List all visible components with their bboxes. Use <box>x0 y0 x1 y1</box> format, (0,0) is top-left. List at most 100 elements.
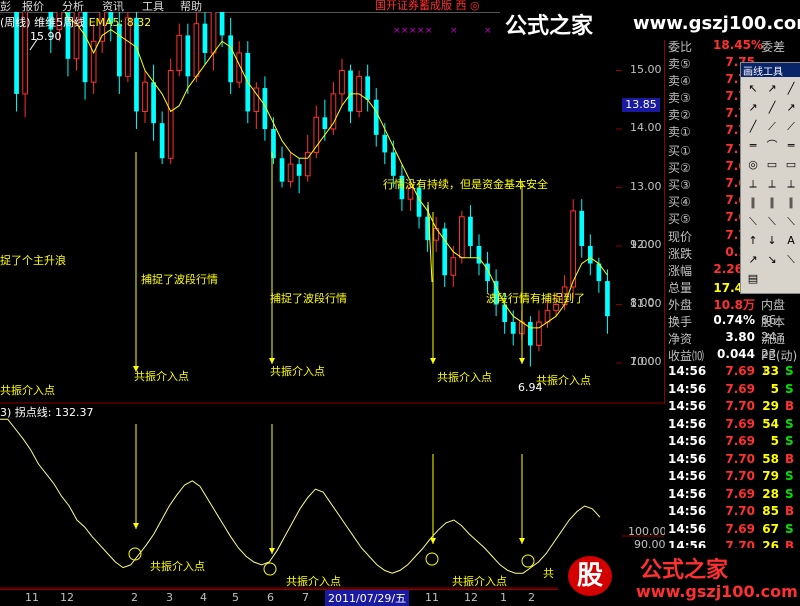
signal-marker: × <box>484 26 492 36</box>
date-label: 2 <box>131 591 138 604</box>
stat-label: 净资 <box>668 332 693 346</box>
candle-body <box>279 158 285 182</box>
candle-body <box>185 35 191 77</box>
resonance-arrow-head <box>519 358 525 364</box>
draw-tool-icon[interactable]: ↓ <box>764 233 780 249</box>
tick-side: B <box>785 451 795 466</box>
candle-body <box>442 228 448 276</box>
tick-row: 14:56 7.70 85 B <box>665 504 800 521</box>
draw-tool-icon[interactable]: ╱ <box>764 100 780 116</box>
draw-tool-icon[interactable]: ∥ <box>783 195 799 211</box>
draw-tool-icon[interactable]: ⟂ <box>783 176 799 192</box>
draw-tool-icon[interactable]: A <box>783 233 799 249</box>
stat-row: 外盘 10.8万 内盘 66 <box>665 296 800 327</box>
draw-tool-icon[interactable]: ⟂ <box>764 176 780 192</box>
price-axis: 15.00 14.00 13.00 12.00 11.00 10.00 9.00 <box>622 12 664 404</box>
tick-volume: 85 <box>762 504 779 518</box>
resonance-point-label: 共振介入点 <box>134 370 189 383</box>
ask-label: 卖④ <box>668 74 691 88</box>
tick-side: S <box>785 521 794 536</box>
draw-tool-icon[interactable]: ═ <box>783 138 799 154</box>
indicator-resonance-label: 共振介入点 <box>150 560 205 573</box>
draw-tool-icon[interactable]: ╱ <box>745 119 761 135</box>
draw-tool-icon[interactable]: ↗ <box>745 100 761 116</box>
draw-tool-icon[interactable]: ⟍ <box>783 214 799 230</box>
date-label: 2 <box>528 591 535 604</box>
wei-bi-value: 18.45% <box>713 38 763 52</box>
tick-volume: 54 <box>762 416 779 431</box>
stat-row: 净资 3.80 流通 23 <box>665 330 800 361</box>
ask-label: 卖③ <box>668 91 691 105</box>
candle-body <box>579 210 585 246</box>
price-tick: 9.00 <box>630 238 655 251</box>
draw-tool-icon[interactable]: ↑ <box>745 233 761 249</box>
tick-price: 7.70 <box>725 399 755 413</box>
tick-time: 14:56 <box>668 521 707 536</box>
candle-body <box>210 0 217 54</box>
draw-tool-icon[interactable]: ═ <box>745 138 761 154</box>
chart-header: (周线) 维维5周线 EMA5: 8.32 <box>0 14 151 30</box>
draw-tool-icon[interactable]: ⟍ <box>745 214 761 230</box>
stat-label: 总量 <box>668 281 693 295</box>
indicator-arrow-head <box>133 523 139 529</box>
draw-tool-icon[interactable]: ↘ <box>764 252 780 268</box>
stat-label: 涨幅 <box>668 264 693 278</box>
wei-cha-label: 委差 <box>761 40 786 54</box>
tick-price: 7.69 <box>725 521 755 536</box>
draw-tool-icon[interactable]: ↗ <box>745 252 761 268</box>
indicator-arrow-head <box>269 548 275 554</box>
draw-tool-icon[interactable]: ▭ <box>764 157 780 173</box>
draw-tool-icon[interactable]: ⌒ <box>764 138 780 154</box>
candle-body <box>90 40 97 83</box>
draw-tool-icon[interactable]: ∥ <box>745 195 761 211</box>
candle-body <box>322 117 328 129</box>
draw-tool-icon[interactable]: ◎ <box>745 157 761 173</box>
candle-body <box>348 70 353 112</box>
resonance-point-label: 共振介入点 <box>270 365 325 378</box>
resonance-point-label: 共振介入点 <box>0 384 55 397</box>
draw-tool-icon[interactable]: ⟍ <box>783 252 799 268</box>
ask-label: 卖⑤ <box>668 57 691 71</box>
draw-tool-icon[interactable]: ▤ <box>745 271 761 287</box>
candle-body <box>296 164 302 176</box>
watermark-bottom-text: 公式之家 <box>640 557 729 583</box>
draw-tool-icon[interactable]: ╱ <box>783 81 799 97</box>
candlestick-chart[interactable]: ×××××××× <box>0 0 664 404</box>
price-cursor-label: 13.85 <box>622 98 660 112</box>
draw-tool-icon[interactable]: ⟋ <box>764 119 780 135</box>
candle-body <box>450 257 457 276</box>
stat-label: 现价 <box>668 230 693 244</box>
price-tick: 14.00 <box>630 121 662 134</box>
candle-body <box>528 322 533 346</box>
date-label: 11 <box>25 591 39 604</box>
bid-label: 买② <box>668 161 691 175</box>
draw-tool-icon[interactable]: ↖ <box>745 81 761 97</box>
date-label: 11 <box>425 591 439 604</box>
indicator-arrow-head <box>430 538 436 544</box>
draw-tool-icon[interactable]: ⟋ <box>783 119 799 135</box>
candle-body <box>151 82 156 124</box>
draw-tool-icon[interactable]: ▭ <box>783 157 799 173</box>
indicator-resonance-label: 共 <box>543 567 554 580</box>
draw-tool-icon[interactable]: ∥ <box>764 195 780 211</box>
tick-price: 7.69 <box>725 381 755 396</box>
tick-time: 14:56 <box>668 451 707 466</box>
tick-time: 14:56 <box>668 469 707 483</box>
indicator-resonance-label: 共振介入点 <box>452 575 507 588</box>
draw-tool-icon[interactable]: ↗ <box>764 81 780 97</box>
main-chart-panel[interactable]: ×××××××× <box>0 0 665 404</box>
date-label: 7 <box>302 591 309 604</box>
price-tick: 13.00 <box>630 180 662 193</box>
draw-tool-icon[interactable]: ⟂ <box>745 176 761 192</box>
bid-label: 买① <box>668 144 691 158</box>
signal-marker: × <box>417 26 425 36</box>
candle-body <box>587 246 593 264</box>
draw-tool-icon[interactable]: ↗ <box>783 100 799 116</box>
tick-row: 14:56 7.69 5 S <box>665 382 800 399</box>
tick-volume: 5 <box>770 381 779 396</box>
annotation-pointer <box>427 201 433 283</box>
tick-side: S <box>785 416 794 431</box>
drawing-toolbar[interactable]: 画线工具 ↖ ↗ ╱ ↗ ╱ ↗ ╱ ⟋ ⟋ ═ ⌒ ═ ◎ ▭ ▭ ⟂ ⟂ ⟂ ∥ ∥ ∥ ⟍ ⟍ ⟍ ↑ ↓ A ↗ ↘ ⟍ ▤ <box>740 62 800 294</box>
date-label: 6 <box>267 591 274 604</box>
draw-tool-icon[interactable]: ⟍ <box>764 214 780 230</box>
